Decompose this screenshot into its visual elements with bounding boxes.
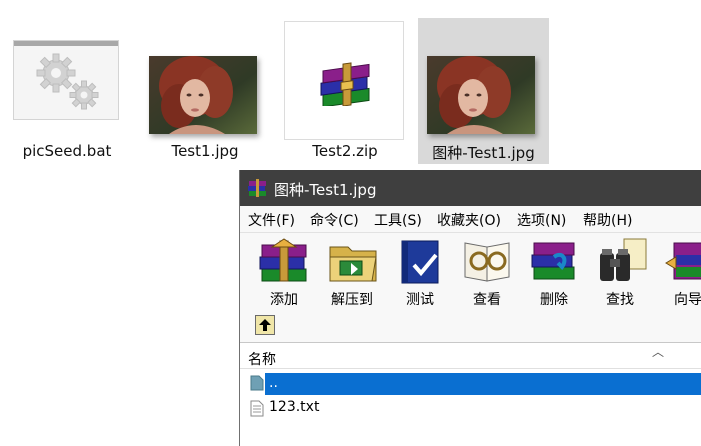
file-list: 名称 ︿ .. 123.txt <box>240 342 701 446</box>
parent-folder-icon <box>250 375 264 395</box>
add-archive-icon <box>259 238 307 282</box>
view-button[interactable]: 查看 <box>457 237 517 308</box>
photo-thumbnail <box>149 56 257 134</box>
column-header-name[interactable]: 名称 ︿ <box>240 343 701 369</box>
desktop: picSeed.bat Test1.jpg Test2.zip 图种-Test1… <box>0 0 701 446</box>
find-button[interactable]: 查找 <box>590 237 650 308</box>
winrar-window: 图种-Test1.jpg 文件(F) 命令(C) 工具(S) 收藏夹(O) 选项… <box>239 170 701 446</box>
row-name: 123.txt <box>269 399 320 415</box>
column-name-label: 名称 <box>248 352 276 368</box>
file-name-label: Test1.jpg <box>171 142 239 160</box>
window-titlebar[interactable]: 图种-Test1.jpg <box>240 170 701 206</box>
add-button[interactable]: 添加 <box>254 237 314 308</box>
photo-thumbnail <box>427 56 535 134</box>
gears-batch-icon <box>13 40 119 120</box>
test-button[interactable]: 测试 <box>390 237 450 308</box>
file-test1-jpg[interactable]: Test1.jpg <box>140 18 270 164</box>
text-file-icon <box>250 400 264 417</box>
test-book-icon <box>401 240 439 284</box>
window-title: 图种-Test1.jpg <box>274 181 377 199</box>
menu-file[interactable]: 文件(F) <box>248 210 295 230</box>
menu-options[interactable]: 选项(N) <box>517 210 566 230</box>
menu-bar: 文件(F) 命令(C) 工具(S) 收藏夹(O) 选项(N) 帮助(H) <box>240 206 701 232</box>
sort-ascending-icon: ︿ <box>652 345 665 359</box>
delete-button[interactable]: 删除 <box>524 237 584 308</box>
file-name-label: 图种-Test1.jpg <box>432 144 535 162</box>
wizard-button[interactable]: 向导 <box>658 237 701 308</box>
up-arrow-icon <box>256 316 274 334</box>
find-binoculars-icon <box>600 238 647 281</box>
file-name-label: Test2.zip <box>312 142 378 160</box>
menu-favorites[interactable]: 收藏夹(O) <box>437 210 501 230</box>
wizard-icon <box>665 242 701 280</box>
file-tuzhong-test1-jpg[interactable]: 图种-Test1.jpg <box>418 18 549 164</box>
view-glasses-icon <box>464 242 510 282</box>
row-name: .. <box>269 375 278 391</box>
menu-help[interactable]: 帮助(H) <box>583 210 632 230</box>
list-row-parent[interactable]: .. <box>265 373 701 395</box>
winrar-app-icon <box>248 179 266 197</box>
file-name-label: picSeed.bat <box>22 142 112 160</box>
file-picseed-bat[interactable]: picSeed.bat <box>8 18 126 164</box>
list-row-file[interactable]: 123.txt <box>240 397 701 419</box>
winrar-archive-icon <box>284 21 404 140</box>
delete-archive-icon <box>531 242 575 280</box>
extract-to-button[interactable]: 解压到 <box>322 237 382 308</box>
extract-folder-icon <box>329 246 377 282</box>
menu-tools[interactable]: 工具(S) <box>374 210 422 230</box>
wizard-label: 向导 <box>674 292 701 308</box>
menu-commands[interactable]: 命令(C) <box>310 210 359 230</box>
toolbar: 添加 解压到 测试 查看 删除 查找 向导 <box>240 232 701 342</box>
up-one-level-button[interactable] <box>255 315 275 335</box>
